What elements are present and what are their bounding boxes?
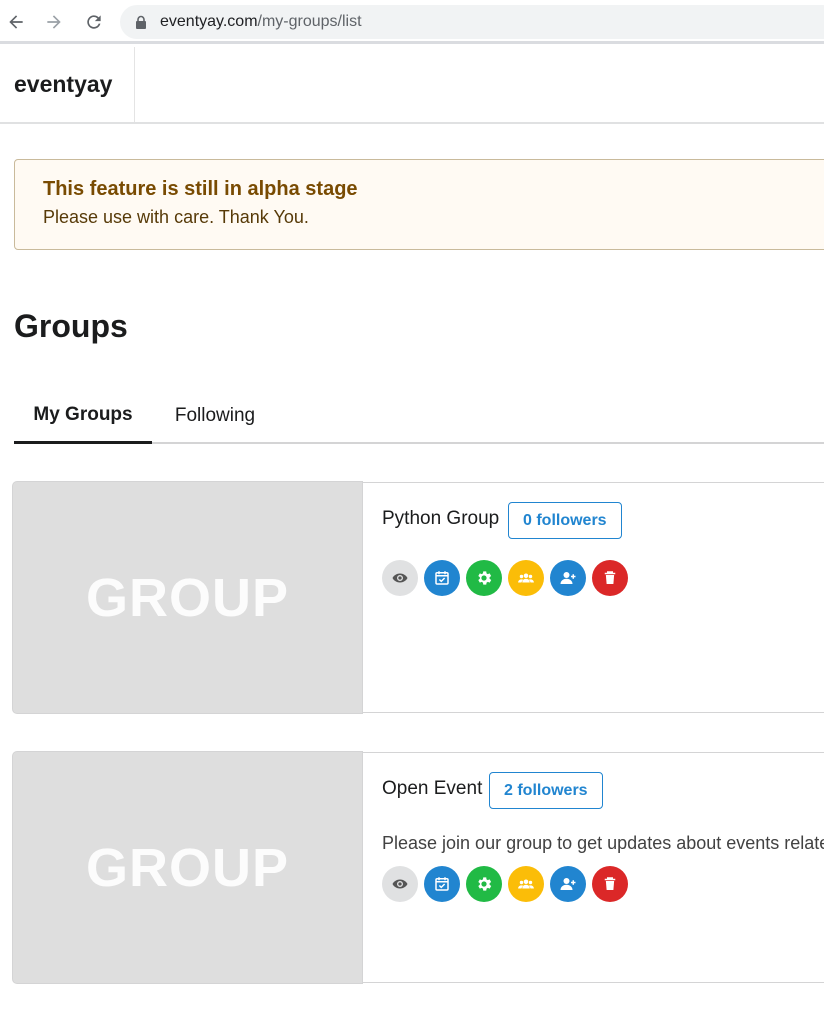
eye-icon [392, 879, 408, 889]
reload-icon [87, 15, 101, 29]
url-path: /my-groups/list [257, 13, 362, 30]
alert-title: This feature is still in alpha stage [43, 178, 358, 200]
group-tabs: My Groups Following [14, 388, 824, 444]
add-member-button[interactable] [550, 866, 586, 902]
trash-icon [604, 877, 616, 890]
group-actions [382, 560, 628, 596]
delete-group-button[interactable] [592, 560, 628, 596]
arrow-right-icon [47, 15, 61, 29]
back-button[interactable] [2, 8, 30, 36]
users-icon [518, 573, 534, 583]
user-plus-icon [560, 878, 576, 890]
group-name[interactable]: Open Event [382, 778, 482, 800]
group-settings-button[interactable] [466, 560, 502, 596]
calendar-check-icon [435, 571, 449, 585]
add-member-button[interactable] [550, 560, 586, 596]
group-events-button[interactable] [424, 560, 460, 596]
group-name[interactable]: Python Group [382, 508, 499, 530]
group-members-button[interactable] [508, 560, 544, 596]
calendar-check-icon [435, 877, 449, 891]
group-image-placeholder: GROUP [85, 837, 290, 898]
reload-button[interactable] [80, 8, 108, 36]
address-bar[interactable]: eventyay.com/my-groups/list [120, 5, 824, 39]
group-card-content: Python Group 0 followers [362, 482, 824, 713]
delete-group-button[interactable] [592, 866, 628, 902]
group-card: GROUP Python Group 0 followers [13, 482, 824, 713]
group-card: GROUP Open Event 2 followers Please join… [13, 752, 824, 983]
page-title: Groups [14, 308, 128, 344]
url-domain: eventyay.com [160, 13, 258, 30]
brand-logo[interactable]: eventyay [0, 47, 135, 122]
browser-toolbar: eventyay.com/my-groups/list [0, 0, 824, 44]
user-plus-icon [560, 572, 576, 584]
group-members-button[interactable] [508, 866, 544, 902]
trash-icon [604, 571, 616, 584]
group-description: Please join our group to get updates abo… [382, 833, 824, 853]
arrow-left-icon [9, 15, 23, 29]
followers-button[interactable]: 2 followers [489, 772, 603, 809]
users-icon [518, 879, 534, 889]
tab-following[interactable]: Following [156, 388, 274, 444]
view-group-button[interactable] [382, 560, 418, 596]
tab-my-groups[interactable]: My Groups [14, 388, 152, 444]
group-settings-button[interactable] [466, 866, 502, 902]
alpha-warning-message: This feature is still in alpha stage Ple… [14, 159, 824, 250]
view-group-button[interactable] [382, 866, 418, 902]
forward-button[interactable] [40, 8, 68, 36]
gear-icon [478, 877, 492, 891]
group-actions [382, 866, 628, 902]
url-text: eventyay.com/my-groups/list [160, 13, 362, 31]
alert-message: Please use with care. Thank You. [43, 207, 309, 227]
group-events-button[interactable] [424, 866, 460, 902]
group-image[interactable]: GROUP [13, 482, 362, 713]
gear-icon [478, 571, 492, 585]
group-card-content: Open Event 2 followers Please join our g… [362, 752, 824, 983]
group-image-placeholder: GROUP [85, 567, 290, 628]
lock-icon [136, 15, 146, 29]
app-header: eventyay [0, 47, 824, 124]
eye-icon [392, 573, 408, 583]
followers-button[interactable]: 0 followers [508, 502, 622, 539]
group-image[interactable]: GROUP [13, 752, 362, 983]
